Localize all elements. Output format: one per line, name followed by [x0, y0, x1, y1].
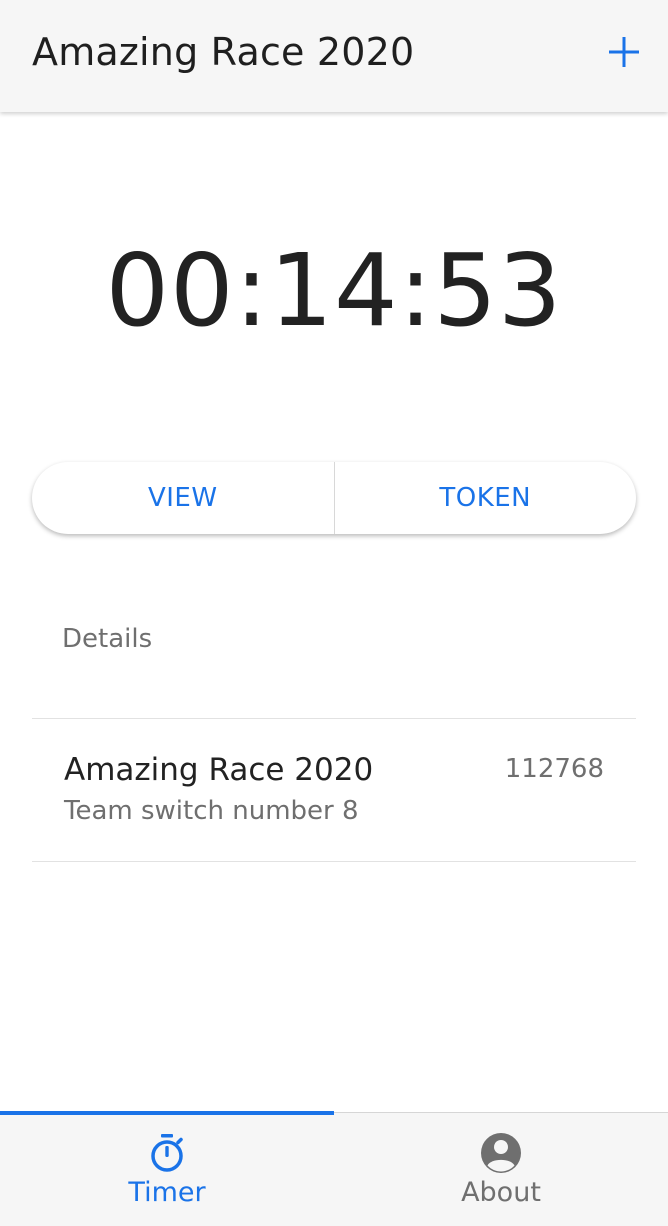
tab-timer[interactable]: Timer — [0, 1113, 334, 1226]
add-button[interactable] — [606, 34, 642, 70]
stopwatch-icon — [145, 1131, 189, 1175]
tab-timer-label: Timer — [128, 1177, 206, 1208]
list-item-number: 112768 — [504, 754, 604, 784]
segmented-control: VIEW TOKEN — [32, 462, 636, 534]
account-circle-icon — [479, 1131, 523, 1175]
tab-about-label: About — [461, 1177, 541, 1208]
list-item-subtitle: Team switch number 8 — [64, 796, 359, 826]
divider-bottom — [32, 861, 636, 862]
token-button[interactable]: TOKEN — [335, 462, 637, 534]
tab-about[interactable]: About — [334, 1113, 668, 1226]
plus-icon — [609, 37, 639, 67]
bottom-navigation: Timer About — [0, 1111, 668, 1226]
list-item-title: Amazing Race 2020 — [64, 752, 374, 788]
details-section-label: Details — [62, 624, 153, 654]
timer-display: 00:14:53 — [105, 232, 563, 349]
app-title: Amazing Race 2020 — [32, 30, 415, 74]
view-button[interactable]: VIEW — [32, 462, 334, 534]
app-bar: Amazing Race 2020 — [0, 0, 668, 112]
divider-top — [32, 718, 636, 719]
